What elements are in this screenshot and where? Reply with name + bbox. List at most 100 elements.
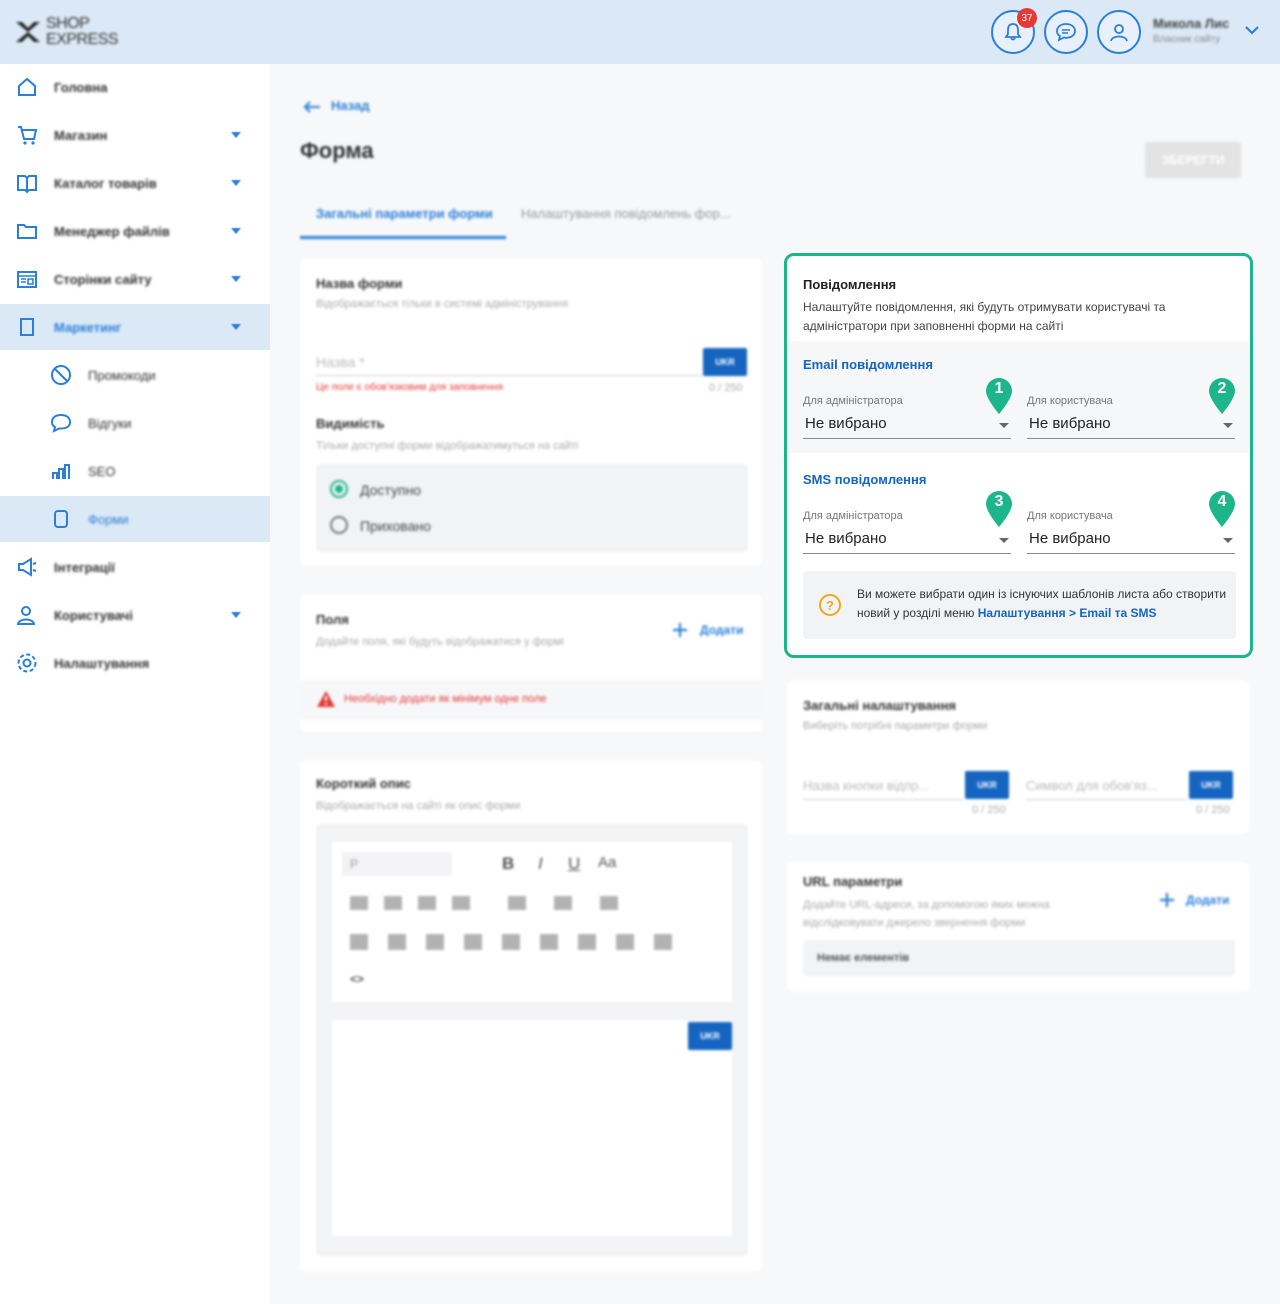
sidebar-item-promo[interactable]: Промокоди	[0, 352, 270, 398]
url-params-card: URL параметри Додайте URL-адреси, за доп…	[787, 862, 1249, 992]
insert-icons[interactable]	[350, 934, 680, 950]
sidebar-item-label: Форми	[88, 511, 129, 527]
arrow-left-icon[interactable]	[302, 100, 322, 114]
back-link[interactable]: Назад	[331, 98, 370, 113]
format-select[interactable]: P	[342, 852, 452, 876]
radio-hidden-label: Приховано	[360, 518, 431, 534]
chevron-down-icon	[231, 132, 241, 138]
bold-icon[interactable]: B	[502, 854, 514, 874]
sidebar-item-marketing[interactable]: Маркетинг	[0, 304, 270, 350]
error-message: Це поле є обов'язковим для заповнення	[316, 382, 504, 393]
caret-down-icon	[1223, 423, 1233, 428]
add-field-button[interactable]: Додати	[700, 623, 743, 637]
user-icon	[1110, 24, 1128, 42]
language-button[interactable]: UKR	[703, 348, 747, 376]
editor-body[interactable]: UKR	[332, 1020, 732, 1236]
visibility-subtitle: Тільки доступні форми відображатимуться …	[316, 440, 579, 452]
sms-admin-select[interactable]: Для адміністратора Не вибрано	[803, 510, 1011, 554]
notifications-description: Налаштуйте повідомлення, які будуть отри…	[803, 300, 1166, 333]
radio-available[interactable]	[330, 480, 348, 498]
url-empty-box: Немає елементів	[803, 940, 1235, 976]
email-user-select[interactable]: Для користувача Не вибрано	[1027, 395, 1235, 439]
logo-text-bottom: EXPRESS	[46, 31, 119, 48]
underline-icon[interactable]: U	[568, 854, 580, 874]
sidebar-item-label: Каталог товарів	[54, 175, 157, 191]
profile-button[interactable]	[1097, 10, 1141, 54]
tab-notifications[interactable]: Налаштування повідомлень фор...	[521, 206, 731, 221]
sidebar-item-reviews[interactable]: Відгуки	[0, 400, 270, 446]
card-title: URL параметри	[803, 874, 903, 889]
font-size-icon[interactable]: Aa	[598, 854, 616, 871]
shop-express-logo[interactable]: SHOP EXPRESS	[14, 14, 124, 50]
general-settings-card: Загальні налаштування Виберіть потрібні …	[787, 680, 1249, 834]
plus-icon[interactable]	[672, 622, 688, 638]
sidebar-item-seo[interactable]: SEO	[0, 448, 270, 494]
sidebar-item-catalog[interactable]: Каталог товарів	[0, 160, 270, 206]
caret-down-icon	[999, 423, 1009, 428]
promo-icon	[51, 365, 71, 385]
sidebar-item-label: Користувачі	[54, 607, 133, 623]
plus-icon[interactable]	[1159, 892, 1175, 908]
marker-3: 3	[984, 490, 1014, 528]
card-title: Загальні налаштування	[803, 698, 957, 713]
reviews-icon	[50, 413, 72, 433]
chevron-down-icon	[231, 612, 241, 618]
sidebar-item-pages[interactable]: Сторінки сайту	[0, 256, 270, 302]
chevron-down-icon[interactable]	[1244, 24, 1260, 36]
notifications-title: Повідомлення	[803, 277, 897, 292]
settings-email-sms-link[interactable]: Налаштування > Email та SMS	[978, 606, 1157, 620]
folder-icon	[17, 224, 37, 239]
radio-available-label: Доступно	[360, 482, 422, 498]
warning-icon	[317, 691, 335, 707]
sidebar-item-home[interactable]: Головна	[0, 64, 270, 110]
sidebar-item-label: Налаштування	[54, 655, 150, 671]
form-name-placeholder: Назва *	[316, 354, 365, 370]
visibility-title: Видимість	[316, 416, 385, 431]
form-name-input[interactable]: Назва *	[316, 354, 702, 376]
forms-icon	[54, 510, 68, 528]
active-tab-indicator	[300, 236, 506, 239]
language-button[interactable]: UKR	[965, 771, 1009, 799]
sidebar-item-shop[interactable]: Магазин	[0, 112, 270, 158]
sms-section-title: SMS повідомлення	[803, 472, 927, 487]
add-url-button[interactable]: Додати	[1186, 893, 1229, 907]
notifications-button[interactable]: 37	[991, 8, 1037, 54]
sms-user-select[interactable]: Для користувача Не вибрано	[1027, 510, 1235, 554]
info-text: Ви можете вибрати один із існуючих шабло…	[857, 585, 1227, 623]
marker-number: 3	[994, 493, 1004, 510]
sidebar-item-label: Сторінки сайту	[54, 271, 152, 287]
email-admin-label: Для адміністратора	[803, 395, 903, 407]
messages-button[interactable]	[1044, 10, 1088, 54]
button-name-input[interactable]: Назва кнопки відпр...	[803, 778, 963, 800]
list-icons[interactable]	[508, 896, 638, 910]
save-button[interactable]: ЗБЕРЕГТИ	[1145, 142, 1241, 178]
card-title: Короткий опис	[316, 776, 411, 791]
email-admin-select[interactable]: Для адміністратора Не вибрано	[803, 395, 1011, 439]
sms-section: SMS повідомлення Для адміністратора Не в…	[787, 456, 1250, 562]
sidebar-item-users[interactable]: Користувачі	[0, 592, 270, 638]
card-title: Поля	[316, 612, 349, 627]
code-icon[interactable]: <>	[350, 972, 364, 986]
empty-text: Немає елементів	[817, 952, 910, 964]
sidebar-item-settings[interactable]: Налаштування	[0, 640, 270, 686]
language-button[interactable]: UKR	[688, 1022, 732, 1050]
sms-user-value: Не вибрано	[1029, 530, 1111, 547]
question-icon: ?	[819, 594, 841, 616]
align-icons[interactable]	[350, 896, 470, 910]
warning-text: Необхідно додати як мінімум одне поле	[344, 693, 547, 705]
language-button[interactable]: UKR	[1189, 771, 1233, 799]
sidebar-item-integrations[interactable]: Інтеграції	[0, 544, 270, 590]
sidebar-item-forms[interactable]: Форми	[0, 496, 270, 542]
email-section-title: Email повідомлення	[803, 357, 933, 372]
marker-1: 1	[984, 377, 1014, 415]
tab-general[interactable]: Загальні параметри форми	[316, 206, 493, 221]
marker-number: 4	[1217, 493, 1227, 510]
sidebar-item-files[interactable]: Менеджер файлів	[0, 208, 270, 254]
pages-icon	[17, 271, 37, 288]
editor-toolbar: P B I U Aa <>	[332, 842, 732, 1002]
top-header: SHOP EXPRESS 37 Микола Лис Власник сайту	[0, 0, 1280, 64]
radio-hidden[interactable]	[330, 516, 348, 534]
caret-down-icon	[1223, 538, 1233, 543]
italic-icon[interactable]: I	[538, 854, 543, 874]
required-symbol-input[interactable]: Символ для обов'яз...	[1026, 778, 1186, 800]
